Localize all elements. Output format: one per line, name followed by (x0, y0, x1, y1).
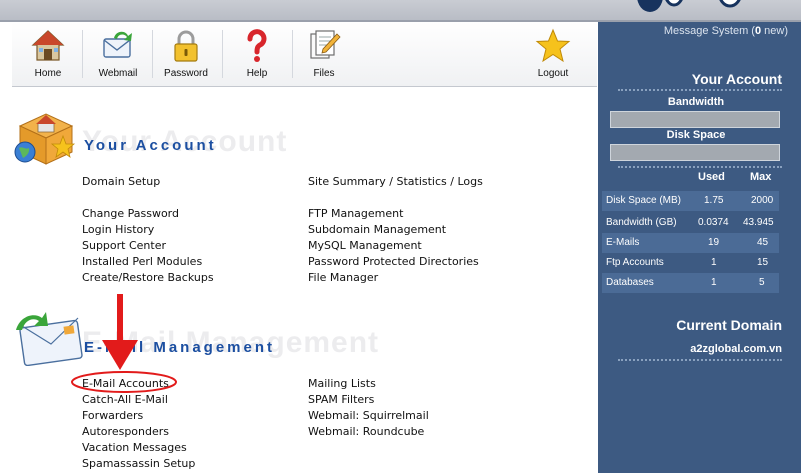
link-perl-modules[interactable]: Installed Perl Modules (82, 255, 202, 268)
current-domain-value: a2zglobal.com.vn (690, 343, 782, 355)
stat-label: Bandwidth (GB) (606, 217, 677, 228)
link-support-center[interactable]: Support Center (82, 239, 166, 252)
column-used: Used (698, 171, 725, 183)
webmail-icon (103, 31, 132, 58)
divider (618, 89, 782, 91)
stat-max: 2000 (751, 195, 774, 206)
toolbar-help-label: Help (246, 68, 268, 79)
link-mysql-management[interactable]: MySQL Management (308, 239, 422, 252)
stat-used: 1 (711, 277, 717, 288)
link-protected-directories[interactable]: Password Protected Directories (308, 255, 479, 268)
disk-space-label: Disk Space (666, 129, 726, 141)
left-margin (0, 22, 12, 473)
toolbar-files-button[interactable]: Files (302, 22, 346, 86)
link-ftp-management[interactable]: FTP Management (308, 207, 403, 220)
stat-max: 5 (759, 277, 765, 288)
star-icon (535, 28, 571, 63)
toolbar-password-label: Password (164, 68, 208, 79)
your-account-heading: Your Account (84, 137, 217, 154)
message-system-prefix: Message System ( (663, 25, 755, 37)
link-roundcube[interactable]: Webmail: Roundcube (308, 425, 424, 438)
stat-label: Databases (606, 277, 654, 288)
link-subdomain-management[interactable]: Subdomain Management (308, 223, 446, 236)
stat-row-ftp: Ftp Accounts 1 15 (602, 253, 779, 273)
stat-used: 0.0374 (698, 217, 729, 228)
stat-label: E-Mails (606, 237, 640, 248)
stat-label: Disk Space (MB) (606, 195, 682, 206)
sidebar-your-account-title: Your Account (691, 71, 782, 87)
padlock-icon (174, 30, 198, 62)
link-mailing-lists[interactable]: Mailing Lists (308, 377, 376, 390)
toolbar-separator (152, 30, 153, 78)
toolbar-password-button[interactable]: Password (160, 22, 212, 86)
home-icon (31, 30, 65, 61)
link-login-history[interactable]: Login History (82, 223, 154, 236)
question-mark-icon (247, 29, 267, 62)
stat-max: 43.945 (743, 217, 774, 228)
link-file-manager[interactable]: File Manager (308, 271, 378, 284)
column-max: Max (750, 171, 772, 183)
toolbar-webmail-button[interactable]: Webmail (90, 22, 146, 86)
stat-row-emails: E-Mails 19 45 (602, 233, 779, 253)
link-backups[interactable]: Create/Restore Backups (82, 271, 214, 284)
toolbar-home-label: Home (34, 68, 62, 79)
toolbar-files-label: Files (313, 68, 335, 79)
link-vacation-messages[interactable]: Vacation Messages (82, 441, 187, 454)
stat-row-disk: Disk Space (MB) 1.75 2000 (602, 191, 779, 211)
stat-max: 45 (757, 237, 769, 248)
toolbar: Home Webmail Password Help Files Logout (12, 22, 597, 87)
toolbar-logout-button[interactable]: Logout (528, 22, 578, 86)
stat-row-bandwidth: Bandwidth (GB) 0.0374 43.945 (602, 213, 779, 233)
brand-logo (637, 0, 741, 12)
toolbar-help-button[interactable]: Help (234, 22, 280, 86)
disk-space-bar (610, 144, 780, 161)
current-domain-title: Current Domain (676, 317, 782, 333)
message-system-suffix: new) (761, 25, 788, 37)
link-change-password[interactable]: Change Password (82, 207, 179, 220)
divider (618, 359, 782, 361)
stat-used: 1.75 (704, 195, 724, 206)
bandwidth-bar (610, 111, 780, 128)
link-autoresponders[interactable]: Autoresponders (82, 425, 169, 438)
stat-max: 15 (757, 257, 769, 268)
toolbar-logout-label: Logout (537, 68, 569, 79)
link-squirrelmail[interactable]: Webmail: Squirrelmail (308, 409, 429, 422)
files-icon (310, 30, 341, 59)
divider (618, 166, 782, 168)
link-forwarders[interactable]: Forwarders (82, 409, 143, 422)
toolbar-webmail-label: Webmail (98, 68, 138, 79)
stat-row-databases: Databases 1 5 (602, 273, 779, 293)
toolbar-separator (222, 30, 223, 78)
bandwidth-label: Bandwidth (667, 96, 725, 108)
stat-label: Ftp Accounts (606, 257, 664, 268)
link-spam-filters[interactable]: SPAM Filters (308, 393, 374, 406)
toolbar-home-button[interactable]: Home (24, 22, 72, 86)
link-domain-setup[interactable]: Domain Setup (82, 175, 160, 188)
toolbar-separator (82, 30, 83, 78)
toolbar-separator (292, 30, 293, 78)
link-spamassassin[interactable]: Spamassassin Setup (82, 457, 195, 470)
message-system-link[interactable]: Message System (0 new) (598, 25, 788, 37)
annotation-arrow (71, 294, 177, 393)
account-box-icon (14, 113, 76, 165)
stat-used: 19 (708, 237, 720, 248)
stat-used: 1 (711, 257, 717, 268)
link-site-summary[interactable]: Site Summary / Statistics / Logs (308, 175, 483, 188)
